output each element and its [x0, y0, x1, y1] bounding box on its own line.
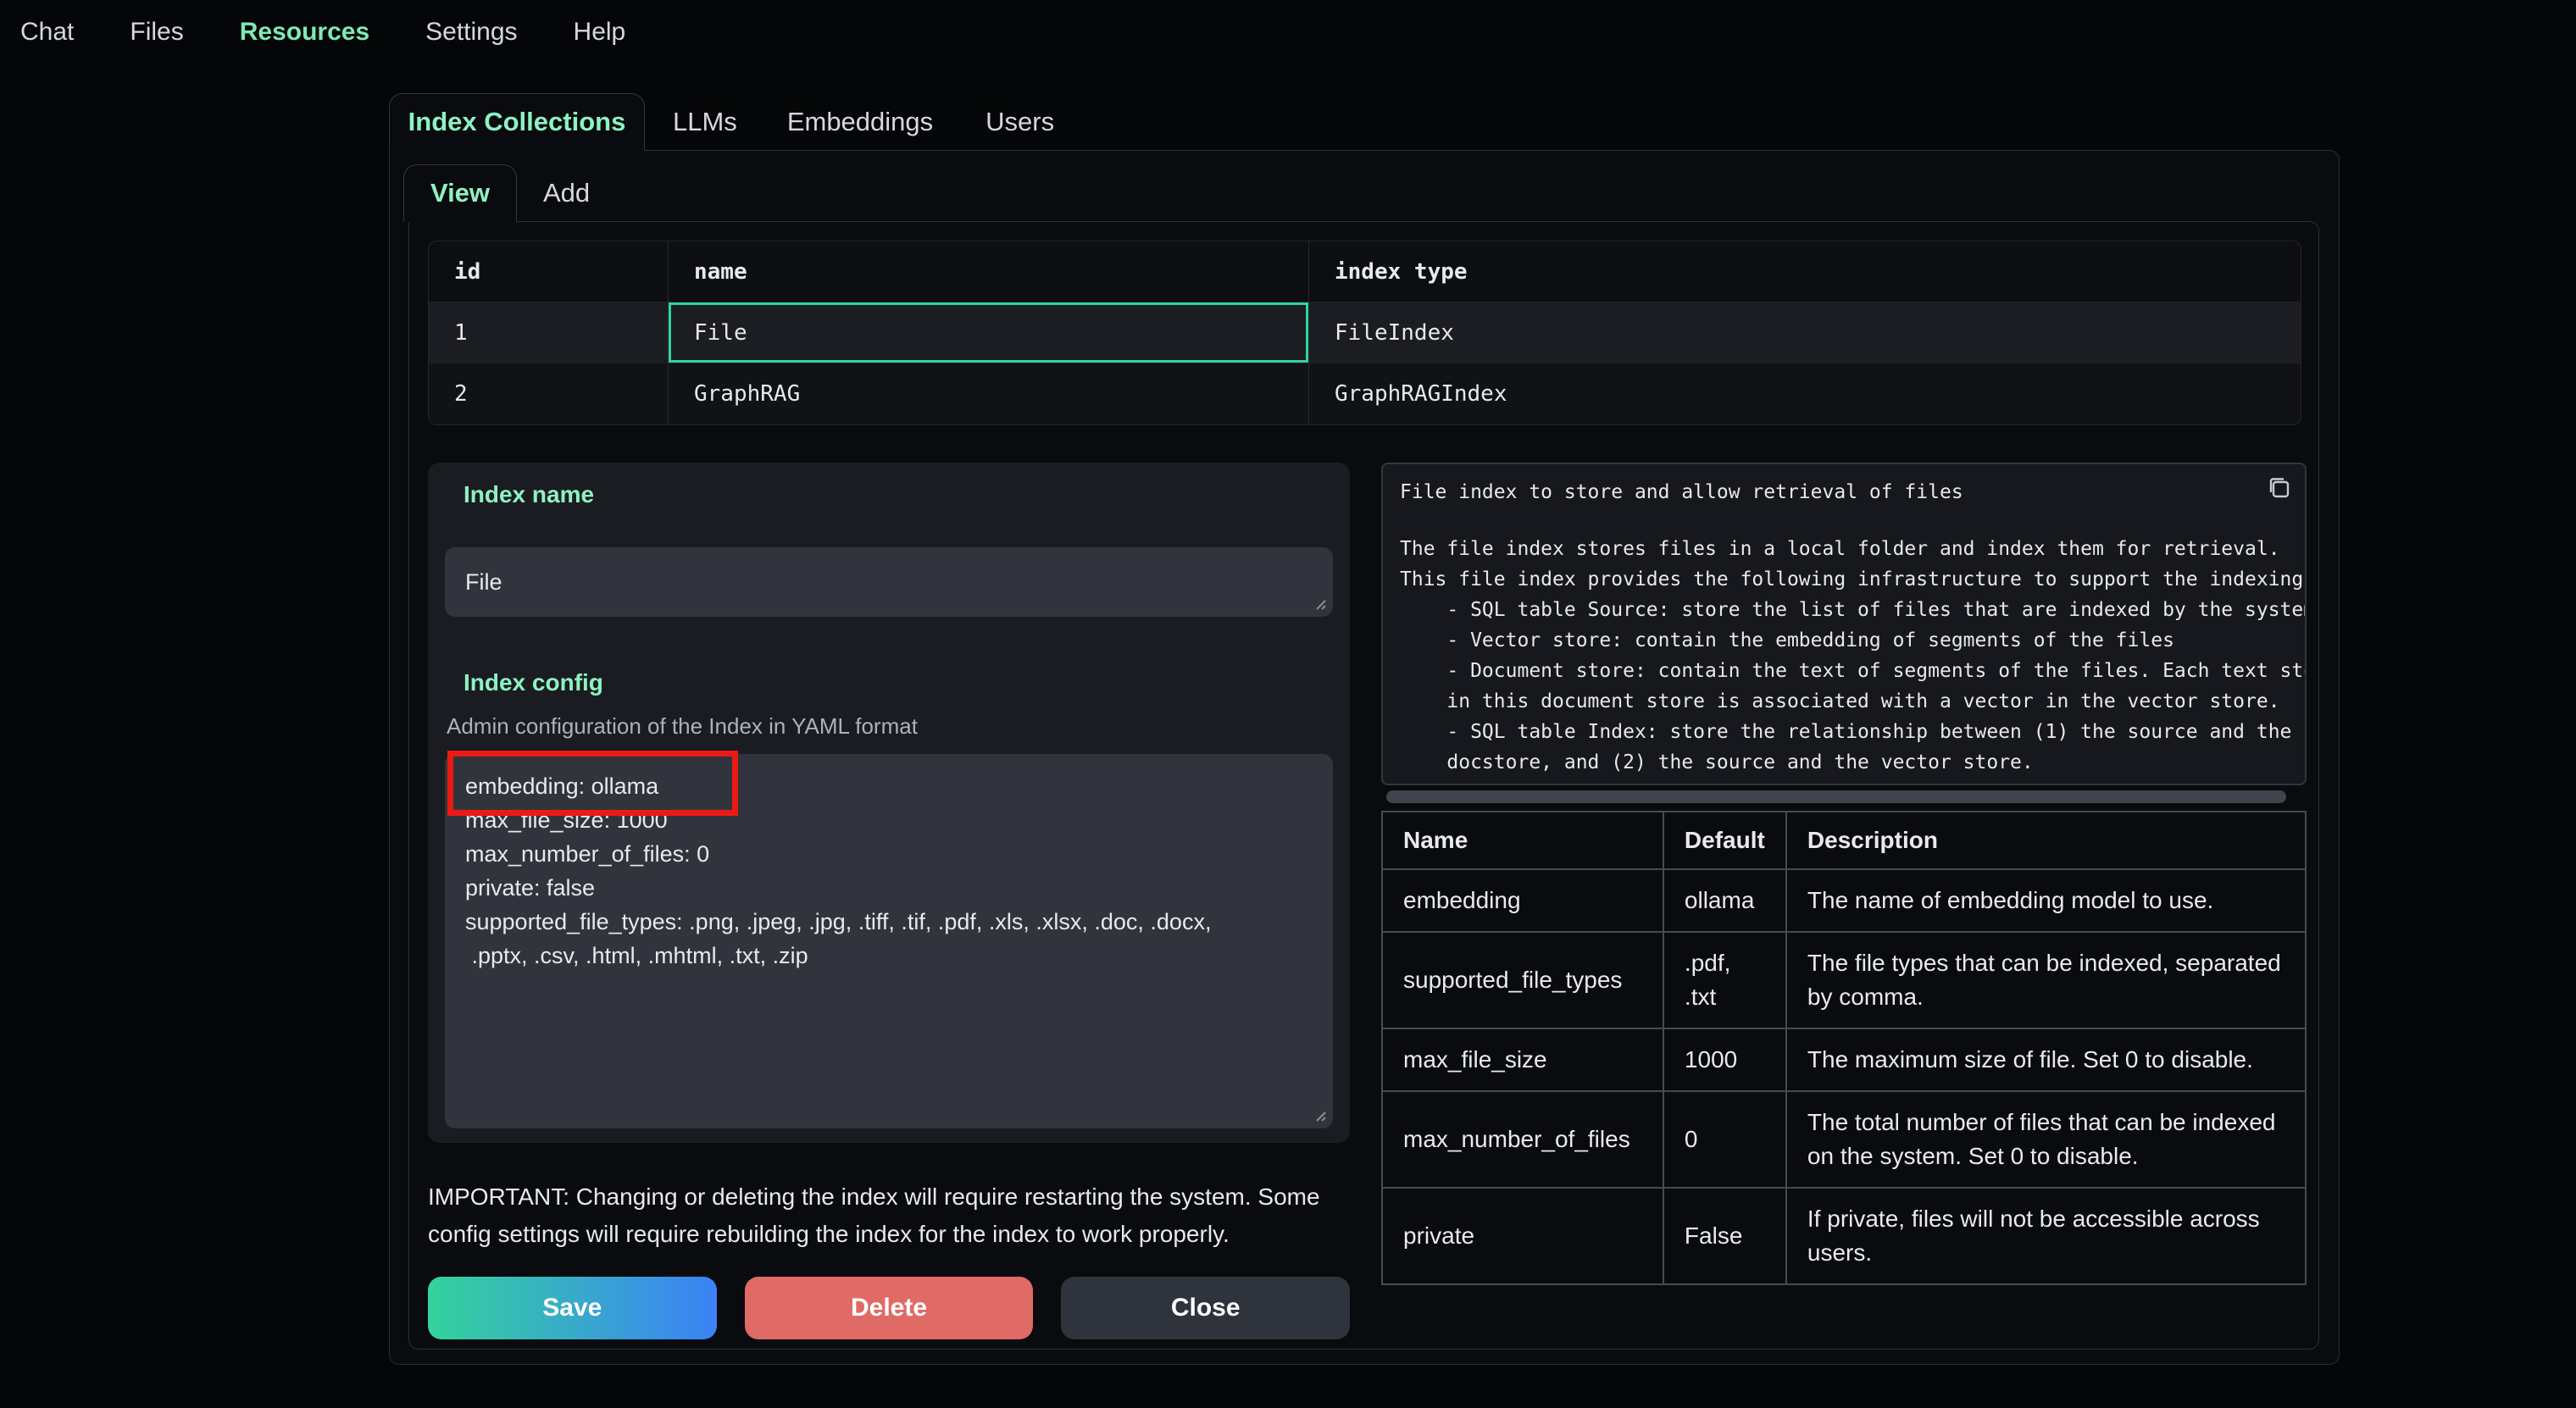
param-default: 0: [1663, 1091, 1786, 1188]
index-description-panel: File index to store and allow retrieval …: [1381, 463, 2307, 785]
index-config-textarea[interactable]: embedding: ollama max_file_size: 1000 ma…: [445, 754, 1333, 1128]
table-cell-row1-index-type[interactable]: FileIndex: [1309, 302, 2301, 363]
nav-item-files[interactable]: Files: [130, 18, 183, 47]
param-default: ollama: [1663, 869, 1786, 932]
params-header-description: Description: [1786, 812, 2306, 869]
index-form-panel: Index name File Index config Admin confi…: [428, 463, 1350, 1143]
collections-table-header-index-type: index type: [1309, 241, 2301, 302]
important-warning-text: IMPORTANT: Changing or deleting the inde…: [428, 1178, 1350, 1253]
param-description: The file types that can be indexed, sepa…: [1786, 932, 2306, 1028]
index-description-body: The file index stores files in a local f…: [1400, 534, 2305, 778]
param-name: max_file_size: [1382, 1028, 1663, 1091]
view-panel: id name index type 1 File FileIndex 2 Gr…: [408, 221, 2319, 1350]
table-cell-row2-index-type[interactable]: GraphRAGIndex: [1309, 363, 2301, 424]
tab-embeddings[interactable]: Embeddings: [787, 107, 933, 137]
action-button-row: Save Delete Close: [428, 1277, 1350, 1339]
param-row-embedding: embedding ollama The name of embedding m…: [1382, 869, 2306, 932]
param-name: private: [1382, 1188, 1663, 1284]
index-info-column: File index to store and allow retrieval …: [1381, 463, 2303, 1285]
save-button[interactable]: Save: [428, 1277, 717, 1339]
index-collections-panel: View Add id name index type 1 File FileI…: [389, 150, 2340, 1365]
param-row-max-file-size: max_file_size 1000 The maximum size of f…: [1382, 1028, 2306, 1091]
resources-tab-strip: Index Collections LLMs Embeddings Users: [389, 93, 1054, 151]
nav-item-help[interactable]: Help: [574, 18, 626, 47]
subtab-add[interactable]: Add: [543, 178, 590, 208]
nav-item-settings[interactable]: Settings: [425, 18, 517, 47]
index-name-input[interactable]: File: [445, 547, 1333, 617]
param-default: 1000: [1663, 1028, 1786, 1091]
params-header-default: Default: [1663, 812, 1786, 869]
param-row-private: private False If private, files will not…: [1382, 1188, 2306, 1284]
param-name: max_number_of_files: [1382, 1091, 1663, 1188]
index-name-label: Index name: [464, 481, 1333, 508]
subtab-view[interactable]: View: [403, 164, 517, 222]
tab-index-collections-label: Index Collections: [408, 107, 626, 137]
view-add-tab-strip: View Add: [403, 164, 2339, 222]
tab-llms[interactable]: LLMs: [673, 107, 737, 137]
tab-index-collections[interactable]: Index Collections: [389, 93, 645, 151]
param-row-max-number-of-files: max_number_of_files 0 The total number o…: [1382, 1091, 2306, 1188]
param-description: The total number of files that can be in…: [1786, 1091, 2306, 1188]
param-description: The name of embedding model to use.: [1786, 869, 2306, 932]
delete-button[interactable]: Delete: [745, 1277, 1034, 1339]
collections-table-header-id: id: [429, 241, 669, 302]
index-description-title: File index to store and allow retrieval …: [1400, 478, 2305, 507]
param-default: False: [1663, 1188, 1786, 1284]
params-header-name: Name: [1382, 812, 1663, 869]
collections-table: id name index type 1 File FileIndex 2 Gr…: [428, 241, 2301, 425]
param-default: .pdf, .txt: [1663, 932, 1786, 1028]
collections-table-header-name: name: [669, 241, 1309, 302]
param-row-supported-file-types: supported_file_types .pdf, .txt The file…: [1382, 932, 2306, 1028]
index-edit-column: Index name File Index config Admin confi…: [428, 463, 1350, 1339]
nav-item-chat[interactable]: Chat: [20, 18, 74, 47]
table-cell-row1-id[interactable]: 1: [429, 302, 669, 363]
close-button[interactable]: Close: [1061, 1277, 1350, 1339]
horizontal-scrollbar-thumb[interactable]: [1386, 790, 2286, 803]
param-name: embedding: [1382, 869, 1663, 932]
nav-item-resources[interactable]: Resources: [240, 18, 369, 47]
index-config-label: Index config: [464, 669, 1333, 696]
table-cell-row2-name[interactable]: GraphRAG: [669, 363, 1309, 424]
index-config-help: Admin configuration of the Index in YAML…: [447, 713, 1333, 740]
params-header-row: Name Default Description: [1382, 812, 2306, 869]
selected-cell-row1-name[interactable]: File: [669, 302, 1309, 363]
config-params-table: Name Default Description embedding ollam…: [1381, 811, 2307, 1285]
tab-users[interactable]: Users: [985, 107, 1054, 137]
param-name: supported_file_types: [1382, 932, 1663, 1028]
param-description: The maximum size of file. Set 0 to disab…: [1786, 1028, 2306, 1091]
copy-icon[interactable]: [2266, 474, 2293, 502]
table-cell-row2-id[interactable]: 2: [429, 363, 669, 424]
param-description: If private, files will not be accessible…: [1786, 1188, 2306, 1284]
subtab-view-label: View: [430, 178, 490, 208]
top-navigation: Chat Files Resources Settings Help: [0, 0, 2576, 53]
